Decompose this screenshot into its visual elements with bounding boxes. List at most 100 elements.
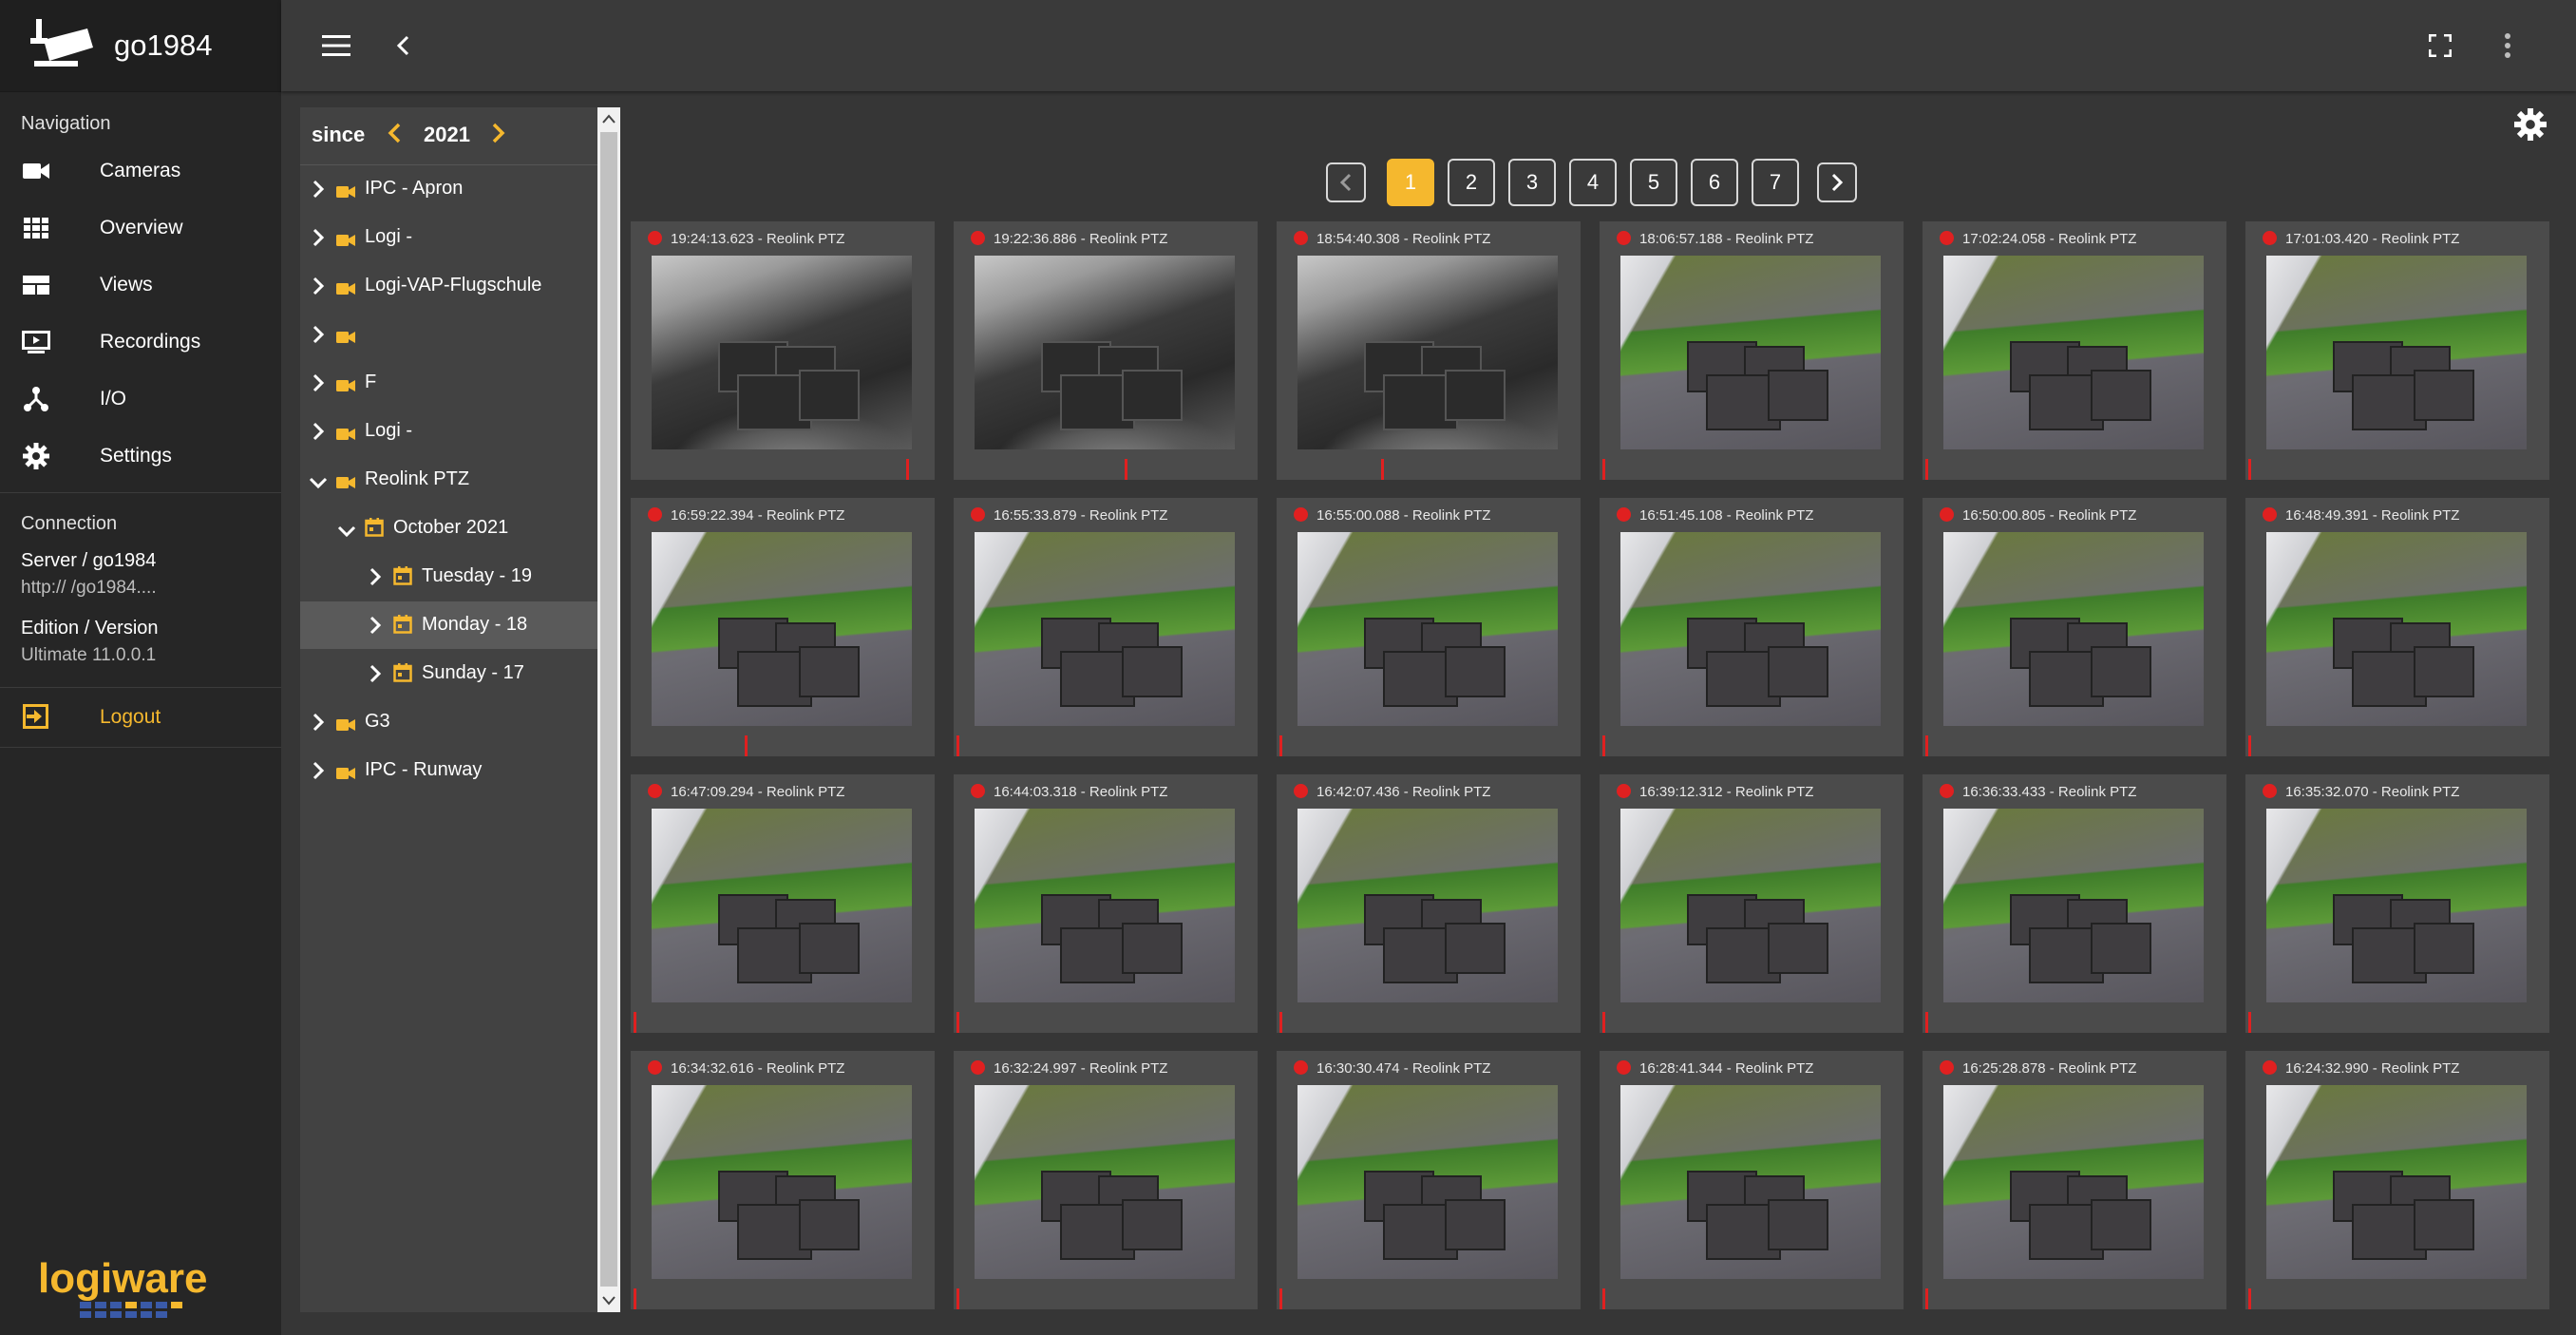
- nav-item-settings[interactable]: Settings: [0, 428, 281, 485]
- nav-item-recordings[interactable]: Recordings: [0, 314, 281, 371]
- tree-scrollbar[interactable]: [597, 107, 620, 1312]
- chevron-right-icon[interactable]: [312, 373, 325, 398]
- next-page-button[interactable]: [1817, 162, 1857, 202]
- nav-item-io[interactable]: I/O: [0, 371, 281, 428]
- chevron-right-icon[interactable]: [312, 422, 325, 447]
- since-label: since: [312, 123, 366, 146]
- recording-thumbnail[interactable]: 16:44:03.318 - Reolink PTZ: [954, 774, 1258, 1033]
- previous-page-button[interactable]: [1326, 162, 1366, 202]
- tree-node[interactable]: [300, 311, 597, 358]
- tree-node[interactable]: F: [300, 359, 597, 407]
- recording-thumbnail[interactable]: 16:36:33.433 - Reolink PTZ: [1923, 774, 2226, 1033]
- recording-thumbnail[interactable]: 18:06:57.188 - Reolink PTZ: [1600, 221, 1904, 480]
- recording-thumbnail[interactable]: 16:34:32.616 - Reolink PTZ: [631, 1051, 935, 1309]
- tree-node[interactable]: IPC - Apron: [300, 165, 597, 213]
- chevron-right-icon[interactable]: [312, 761, 325, 786]
- page-button-1[interactable]: 1: [1387, 159, 1434, 206]
- tree-node[interactable]: Sunday - 17: [300, 650, 597, 697]
- tree-node[interactable]: Reolink PTZ: [300, 456, 597, 504]
- chevron-right-icon[interactable]: [312, 180, 325, 204]
- camera-snapshot-image: [1943, 532, 2204, 726]
- page-button-2[interactable]: 2: [1448, 159, 1495, 206]
- camera-snapshot-image: [1297, 809, 1558, 1002]
- logout-button[interactable]: Logout: [0, 688, 281, 747]
- view-settings-button[interactable]: [2514, 108, 2547, 145]
- menu-icon: [322, 35, 350, 56]
- recording-thumbnail[interactable]: 16:50:00.805 - Reolink PTZ: [1923, 498, 2226, 756]
- tree-node[interactable]: Logi -: [300, 408, 597, 455]
- chevron-right-icon[interactable]: [369, 664, 382, 689]
- more-options-button[interactable]: [2487, 25, 2529, 67]
- tree-node[interactable]: IPC - Runway: [300, 747, 597, 794]
- tree-node[interactable]: October 2021: [300, 505, 597, 552]
- tree-node[interactable]: Monday - 18: [300, 601, 597, 649]
- nav-item-overview[interactable]: Overview: [0, 200, 281, 257]
- chevron-right-icon[interactable]: [312, 325, 325, 350]
- more-vertical-icon: [2505, 33, 2510, 58]
- recording-thumbnail[interactable]: 17:01:03.420 - Reolink PTZ: [2245, 221, 2549, 480]
- nav-item-cameras[interactable]: Cameras: [0, 143, 281, 200]
- chevron-right-icon[interactable]: [312, 713, 325, 737]
- chevron-down-icon[interactable]: [337, 522, 356, 544]
- recording-thumbnail[interactable]: 19:22:36.886 - Reolink PTZ: [954, 221, 1258, 480]
- page-button-5[interactable]: 5: [1630, 159, 1677, 206]
- chevron-down-icon[interactable]: [309, 473, 328, 495]
- recording-thumbnail[interactable]: 16:51:45.108 - Reolink PTZ: [1600, 498, 1904, 756]
- recording-thumbnail[interactable]: 19:24:13.623 - Reolink PTZ: [631, 221, 935, 480]
- scrollbar-thumb[interactable]: [600, 132, 617, 1287]
- chevron-right-icon[interactable]: [312, 277, 325, 301]
- timeline-marker: [1602, 1012, 1605, 1033]
- recording-indicator-icon: [1617, 507, 1631, 522]
- fullscreen-button[interactable]: [2419, 25, 2461, 67]
- menu-button[interactable]: [315, 25, 357, 67]
- timeline-marker: [634, 1012, 636, 1033]
- timeline-marker: [1925, 735, 1928, 756]
- recording-thumbnail[interactable]: 16:32:24.997 - Reolink PTZ: [954, 1051, 1258, 1309]
- chevron-right-icon[interactable]: [312, 228, 325, 253]
- scene-object: [1122, 646, 1183, 697]
- camera-snapshot-image: [652, 809, 912, 1002]
- nav-item-views[interactable]: Views: [0, 257, 281, 314]
- chevron-right-icon[interactable]: [369, 616, 382, 640]
- tree-node[interactable]: Logi -: [300, 214, 597, 261]
- scene-object: [799, 646, 860, 697]
- recording-thumbnail[interactable]: 16:39:12.312 - Reolink PTZ: [1600, 774, 1904, 1033]
- nav-item-label: I/O: [100, 388, 127, 410]
- recording-thumbnail[interactable]: 16:59:22.394 - Reolink PTZ: [631, 498, 935, 756]
- recording-thumbnail[interactable]: 18:54:40.308 - Reolink PTZ: [1277, 221, 1581, 480]
- recording-thumbnail[interactable]: 16:48:49.391 - Reolink PTZ: [2245, 498, 2549, 756]
- recording-thumbnail[interactable]: 16:28:41.344 - Reolink PTZ: [1600, 1051, 1904, 1309]
- tree-node[interactable]: G3: [300, 698, 597, 746]
- tree-node[interactable]: Tuesday - 19: [300, 553, 597, 601]
- recording-thumbnail[interactable]: 16:55:00.088 - Reolink PTZ: [1277, 498, 1581, 756]
- scene-object: [1445, 646, 1506, 697]
- nav-item-label: Settings: [100, 445, 172, 467]
- page-button-6[interactable]: 6: [1691, 159, 1738, 206]
- page-button-4[interactable]: 4: [1569, 159, 1617, 206]
- page-button-3[interactable]: 3: [1508, 159, 1556, 206]
- back-button[interactable]: [382, 25, 424, 67]
- next-year-button[interactable]: [490, 121, 507, 150]
- recording-thumbnail[interactable]: 16:30:30.474 - Reolink PTZ: [1277, 1051, 1581, 1309]
- chevron-left-icon: [388, 123, 401, 143]
- recording-indicator-icon: [1294, 1060, 1308, 1075]
- recording-thumbnail[interactable]: 16:24:32.990 - Reolink PTZ: [2245, 1051, 2549, 1309]
- recording-thumbnail[interactable]: 16:47:09.294 - Reolink PTZ: [631, 774, 935, 1033]
- recording-indicator-icon: [1940, 1060, 1954, 1075]
- previous-year-button[interactable]: [386, 121, 403, 150]
- calendar-icon: [365, 518, 384, 543]
- recording-thumbnail[interactable]: 16:42:07.436 - Reolink PTZ: [1277, 774, 1581, 1033]
- recording-thumbnail[interactable]: 17:02:24.058 - Reolink PTZ: [1923, 221, 2226, 480]
- recording-thumbnail[interactable]: 16:25:28.878 - Reolink PTZ: [1923, 1051, 2226, 1309]
- chevron-right-icon[interactable]: [369, 567, 382, 592]
- fullscreen-icon: [2429, 34, 2452, 57]
- recording-thumbnail[interactable]: 16:55:33.879 - Reolink PTZ: [954, 498, 1258, 756]
- scroll-up-button[interactable]: [597, 107, 620, 130]
- tree-node-label: Logi -: [365, 420, 413, 441]
- tree-node[interactable]: Logi-VAP-Flugschule: [300, 262, 597, 310]
- tree-node-label: Logi -: [365, 226, 413, 247]
- recording-thumbnail[interactable]: 16:35:32.070 - Reolink PTZ: [2245, 774, 2549, 1033]
- recording-indicator-icon: [648, 784, 662, 798]
- scroll-down-button[interactable]: [597, 1289, 620, 1312]
- page-button-7[interactable]: 7: [1752, 159, 1799, 206]
